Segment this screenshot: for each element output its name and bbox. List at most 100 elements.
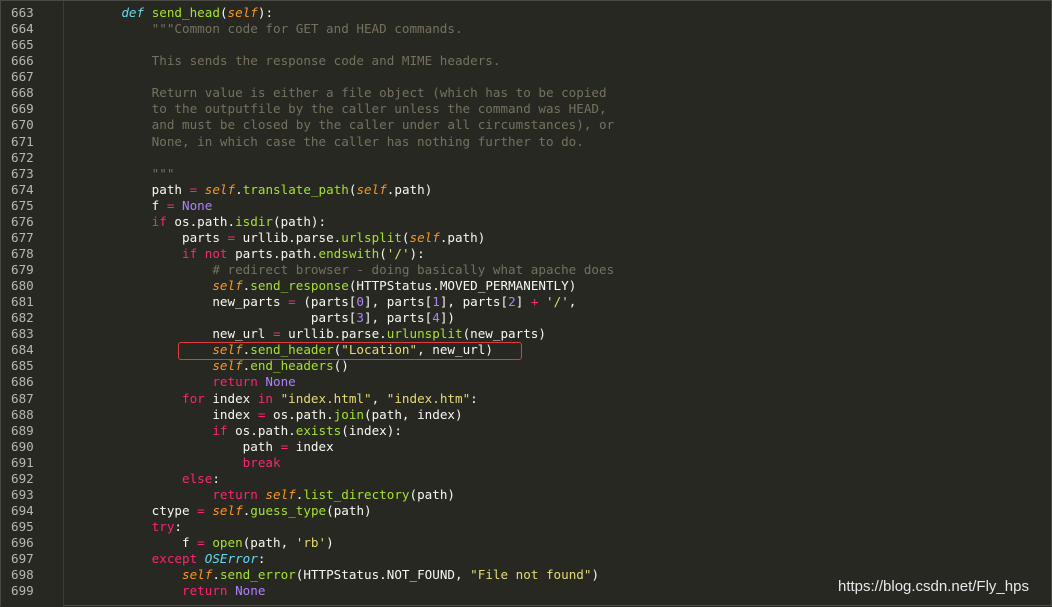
code-line[interactable]: 668 Return value is either a file object… xyxy=(1,85,1052,101)
code-line[interactable]: 694 ctype = self.guess_type(path) xyxy=(1,503,1052,519)
code-token: '/' xyxy=(546,294,569,310)
code-text: and must be closed by the caller under a… xyxy=(91,117,615,133)
code-token: (HTTPStatus.NOT_FOUND, xyxy=(295,567,471,583)
code-text: None, in which case the caller has nothi… xyxy=(91,134,584,150)
code-line[interactable]: 669 to the outputfile by the caller unle… xyxy=(1,101,1052,117)
code-line[interactable]: 671 None, in which case the caller has n… xyxy=(1,134,1052,150)
code-text: except OSError: xyxy=(91,551,266,567)
code-token: to the outputfile by the caller unless t… xyxy=(151,101,607,117)
line-number: 668 xyxy=(11,85,34,101)
code-line[interactable]: 689 if os.path.exists(index): xyxy=(1,423,1052,439)
code-line[interactable]: 686 return None xyxy=(1,374,1052,390)
code-line[interactable]: 663 def send_head(self): xyxy=(1,5,1052,21)
line-number: 685 xyxy=(11,358,34,374)
line-number: 698 xyxy=(11,567,34,583)
code-token: ]) xyxy=(439,310,455,326)
code-line[interactable]: 672 xyxy=(1,150,1052,166)
code-token: ): xyxy=(257,5,274,20)
code-token: self xyxy=(204,181,236,197)
line-number: 670 xyxy=(11,117,34,133)
code-token: None xyxy=(265,374,296,390)
code-line[interactable]: 683 new_url = urllib.parse.urlunsplit(ne… xyxy=(1,326,1052,342)
code-text: index = os.path.join(path, index) xyxy=(91,407,462,423)
line-number: 664 xyxy=(11,21,34,37)
code-line[interactable]: 674 path = self.translate_path(self.path… xyxy=(1,182,1052,198)
code-line[interactable]: 696 f = open(path, 'rb') xyxy=(1,535,1052,551)
code-line[interactable]: 690 path = index xyxy=(1,439,1052,455)
code-token: None xyxy=(235,583,266,599)
code-line[interactable]: 665 xyxy=(1,37,1052,53)
line-number: 675 xyxy=(11,197,34,213)
code-token: else xyxy=(182,470,213,486)
code-line[interactable]: 673 """ xyxy=(1,166,1052,182)
line-number: 682 xyxy=(11,310,34,326)
code-line[interactable]: 684 self.send_header("Location", new_url… xyxy=(1,342,1052,358)
code-text: else: xyxy=(91,471,220,487)
code-token: os.path. xyxy=(227,422,296,438)
code-token: if xyxy=(151,213,167,229)
line-number: 691 xyxy=(11,454,34,470)
code-token: endswith xyxy=(318,245,380,261)
code-token: ( xyxy=(379,245,387,261)
code-token: if xyxy=(182,245,198,261)
code-line[interactable]: 664 """Common code for GET and HEAD comm… xyxy=(1,21,1052,37)
code-token: "File not found" xyxy=(470,567,592,583)
code-text: self.send_error(HTTPStatus.NOT_FOUND, "F… xyxy=(91,567,599,583)
code-line[interactable]: 679 # redirect browser - doing basically… xyxy=(1,262,1052,278)
code-line[interactable]: 697 except OSError: xyxy=(1,551,1052,567)
code-token: : xyxy=(212,470,220,486)
line-number: 684 xyxy=(11,342,34,358)
code-token: return xyxy=(182,583,228,599)
code-text: f = open(path, 'rb') xyxy=(91,535,334,551)
code-token: = xyxy=(288,294,296,310)
code-token: for xyxy=(182,390,205,406)
code-line[interactable]: 675 f = None xyxy=(1,198,1052,214)
code-line[interactable]: 680 self.send_response(HTTPStatus.MOVED_… xyxy=(1,278,1052,294)
code-token: open xyxy=(212,535,243,551)
code-token: end_headers xyxy=(250,358,334,374)
code-line[interactable]: 685 self.end_headers() xyxy=(1,358,1052,374)
code-line[interactable]: 692 else: xyxy=(1,471,1052,487)
code-text: def send_head(self): xyxy=(91,5,273,21)
code-line[interactable]: 682 parts[3], parts[4]) xyxy=(1,310,1052,326)
code-line[interactable]: 687 for index in "index.html", "index.ht… xyxy=(1,391,1052,407)
code-token: new_url xyxy=(91,326,273,342)
code-lines[interactable]: 663 def send_head(self): 664 """Common co… xyxy=(1,5,1052,599)
code-token: parts[ xyxy=(91,310,357,326)
code-line[interactable]: 667 xyxy=(1,69,1052,85)
code-token: (HTTPStatus.MOVED_PERMANENTLY) xyxy=(348,278,577,294)
line-number: 699 xyxy=(11,583,34,599)
code-line[interactable]: 691 break xyxy=(1,455,1052,471)
code-text: for index in "index.html", "index.htm": xyxy=(91,391,478,407)
line-number: 677 xyxy=(11,229,34,245)
code-token: ], parts[ xyxy=(363,310,433,326)
code-line[interactable]: 681 new_parts = (parts[0], parts[1], par… xyxy=(1,294,1052,310)
code-line[interactable]: 678 if not parts.path.endswith('/'): xyxy=(1,246,1052,262)
code-line[interactable]: 695 try: xyxy=(1,519,1052,535)
line-number: 686 xyxy=(11,374,34,390)
code-line[interactable]: 677 parts = urllib.parse.urlsplit(self.p… xyxy=(1,230,1052,246)
code-token: (path) xyxy=(326,502,372,518)
code-token: "index.html" xyxy=(280,390,372,406)
code-text: return self.list_directory(path) xyxy=(91,487,455,503)
code-line[interactable]: 676 if os.path.isdir(path): xyxy=(1,214,1052,230)
code-token: (parts[ xyxy=(295,294,357,310)
code-line[interactable]: 688 index = os.path.join(path, index) xyxy=(1,407,1052,423)
code-token: ], parts[ xyxy=(439,294,509,310)
code-line[interactable]: 693 return self.list_directory(path) xyxy=(1,487,1052,503)
code-line[interactable]: 670 and must be closed by the caller und… xyxy=(1,117,1052,133)
line-number: 663 xyxy=(11,5,34,20)
code-token: 1 xyxy=(432,294,440,310)
code-text: new_parts = (parts[0], parts[1], parts[2… xyxy=(91,294,576,310)
code-line[interactable]: 666 This sends the response code and MIM… xyxy=(1,53,1052,69)
code-editor[interactable]: 663 def send_head(self): 664 """Common co… xyxy=(0,0,1052,607)
